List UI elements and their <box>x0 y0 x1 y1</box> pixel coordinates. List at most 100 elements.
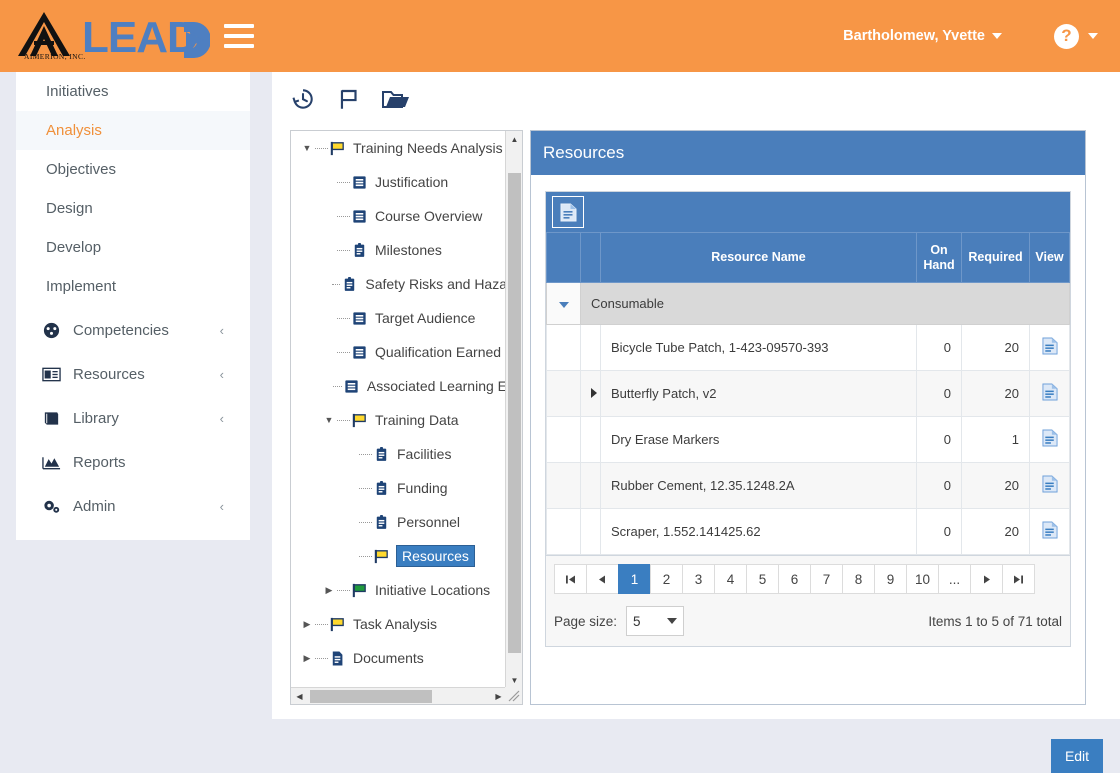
col-header-select[interactable] <box>546 232 581 283</box>
row-expand-cell[interactable] <box>580 324 601 371</box>
col-header-expand[interactable] <box>580 232 601 283</box>
view-document-icon[interactable] <box>1041 521 1058 542</box>
horizontal-scroll-thumb[interactable] <box>310 690 432 703</box>
tree-node-safety-risks-and-haza[interactable]: Safety Risks and Haza <box>291 267 507 301</box>
tree-node-training-data[interactable]: ▼ Training Data <box>291 403 507 437</box>
col-header-on-hand[interactable]: On Hand <box>916 232 962 283</box>
tree-node-justification[interactable]: Justification <box>291 165 507 199</box>
col-header-required[interactable]: Required <box>961 232 1030 283</box>
row-select-cell[interactable] <box>546 508 581 555</box>
tree-node-qualification-earned[interactable]: Qualification Earned <box>291 335 507 369</box>
pagination-page-2[interactable]: 2 <box>650 564 683 594</box>
col-header-view[interactable]: View <box>1029 232 1070 283</box>
tree-expand-icon[interactable]: ▶ <box>321 585 337 596</box>
row-select-cell[interactable] <box>546 324 581 371</box>
tree-node-associated-learning-e[interactable]: Associated Learning E <box>291 369 507 403</box>
cell-view[interactable] <box>1029 462 1070 509</box>
tree-collapse-icon[interactable]: ▼ <box>321 415 337 425</box>
pagination-page-8[interactable]: 8 <box>842 564 875 594</box>
vertical-scroll-thumb[interactable] <box>508 173 521 653</box>
pagination-page-9[interactable]: 9 <box>874 564 907 594</box>
brand-logo[interactable]: AIMERION, INC. LEAD <box>14 10 210 62</box>
table-group-row[interactable]: Consumable <box>546 282 1070 325</box>
chevron-left-icon[interactable]: ‹ <box>220 499 224 514</box>
tree-node-training-needs-analysis[interactable]: ▼ Training Needs Analysis <box>291 131 507 165</box>
scroll-left-button[interactable]: ◀ <box>291 688 308 704</box>
tree-node-resources[interactable]: Resources <box>291 539 507 573</box>
tree-node-initiative-locations[interactable]: ▶ Initiative Locations <box>291 573 507 607</box>
pagination-next-button[interactable] <box>970 564 1003 594</box>
pagination-last-button[interactable] <box>1002 564 1035 594</box>
folder-icon[interactable] <box>382 86 410 117</box>
chevron-left-icon[interactable]: ‹ <box>220 367 224 382</box>
tree-node-target-audience[interactable]: Target Audience <box>291 301 507 335</box>
tree-node-milestones[interactable]: Milestones <box>291 233 507 267</box>
tree-collapse-icon[interactable]: ▼ <box>299 143 315 153</box>
table-row[interactable]: Rubber Cement, 12.35.1248.2A 0 20 <box>546 462 1070 509</box>
tree-node-course-overview[interactable]: Course Overview <box>291 199 507 233</box>
scroll-up-button[interactable]: ▲ <box>506 131 522 148</box>
sidebar-item-initiatives[interactable]: Initiatives <box>16 72 250 111</box>
view-document-icon[interactable] <box>1041 475 1058 496</box>
sidebar-item-competencies[interactable]: Competencies ‹ <box>16 311 250 350</box>
sidebar-item-analysis[interactable]: Analysis <box>16 111 250 150</box>
help-menu[interactable]: ? <box>1054 23 1098 49</box>
pagination-page-4[interactable]: 4 <box>714 564 747 594</box>
tree-vertical-scrollbar[interactable]: ▲ ▼ <box>505 131 522 689</box>
user-menu[interactable]: Bartholomew, Yvette <box>843 28 1002 44</box>
cell-view[interactable] <box>1029 324 1070 371</box>
table-row[interactable]: Butterfly Patch, v2 0 20 <box>546 370 1070 417</box>
export-document-icon[interactable] <box>552 196 584 228</box>
tree-expand-icon[interactable]: ▶ <box>299 653 315 664</box>
pagination-page-6[interactable]: 6 <box>778 564 811 594</box>
tree-node-task-analysis[interactable]: ▶ Task Analysis <box>291 607 507 641</box>
row-expand-cell[interactable] <box>580 370 601 417</box>
sidebar-item-reports[interactable]: Reports <box>16 443 250 482</box>
pagination-page-7[interactable]: 7 <box>810 564 843 594</box>
pagination-page-5[interactable]: 5 <box>746 564 779 594</box>
tree-node-funding[interactable]: Funding <box>291 471 507 505</box>
sidebar-item-objectives[interactable]: Objectives <box>16 150 250 189</box>
table-row[interactable]: Bicycle Tube Patch, 1-423-09570-393 0 20 <box>546 324 1070 371</box>
table-row[interactable]: Scraper, 1.552.141425.62 0 20 <box>546 508 1070 555</box>
sidebar-item-resources[interactable]: Resources ‹ <box>16 355 250 394</box>
flag-icon[interactable] <box>336 86 362 117</box>
tree-node-facilities[interactable]: Facilities <box>291 437 507 471</box>
col-header-resource-name[interactable]: Resource Name <box>600 232 917 283</box>
cell-view[interactable] <box>1029 416 1070 463</box>
triangle-right-icon[interactable] <box>591 388 597 398</box>
resize-grip-icon[interactable] <box>505 687 522 704</box>
tree-expand-icon[interactable]: ▶ <box>299 619 315 630</box>
row-expand-cell[interactable] <box>580 462 601 509</box>
pagination-page-...[interactable]: ... <box>938 564 971 594</box>
help-icon[interactable]: ? <box>1054 23 1079 49</box>
sidebar-item-implement[interactable]: Implement <box>16 267 250 306</box>
history-icon[interactable] <box>290 86 316 117</box>
tree-node-personnel[interactable]: Personnel <box>291 505 507 539</box>
cell-view[interactable] <box>1029 508 1070 555</box>
sidebar-item-design[interactable]: Design <box>16 189 250 228</box>
sidebar-item-develop[interactable]: Develop <box>16 228 250 267</box>
view-document-icon[interactable] <box>1041 429 1058 450</box>
view-document-icon[interactable] <box>1041 383 1058 404</box>
sidebar-item-library[interactable]: Library ‹ <box>16 399 250 438</box>
pagination-page-3[interactable]: 3 <box>682 564 715 594</box>
view-document-icon[interactable] <box>1041 337 1058 358</box>
cell-view[interactable] <box>1029 370 1070 417</box>
row-expand-cell[interactable] <box>580 508 601 555</box>
edit-button[interactable]: Edit <box>1051 739 1103 773</box>
row-select-cell[interactable] <box>546 462 581 509</box>
pagination-prev-button[interactable] <box>586 564 619 594</box>
group-collapse-toggle[interactable] <box>546 282 581 325</box>
sidebar-item-admin[interactable]: Admin ‹ <box>16 487 250 526</box>
page-size-select[interactable]: 5 <box>626 606 685 636</box>
row-select-cell[interactable] <box>546 370 581 417</box>
hamburger-icon[interactable] <box>223 24 254 48</box>
tree-node-documents[interactable]: ▶ Documents <box>291 641 507 675</box>
row-expand-cell[interactable] <box>580 416 601 463</box>
pagination-page-1[interactable]: 1 <box>618 564 651 594</box>
pagination-page-10[interactable]: 10 <box>906 564 939 594</box>
tree-horizontal-scrollbar[interactable]: ◀ ▶ <box>291 687 507 704</box>
row-select-cell[interactable] <box>546 416 581 463</box>
chevron-left-icon[interactable]: ‹ <box>220 323 224 338</box>
